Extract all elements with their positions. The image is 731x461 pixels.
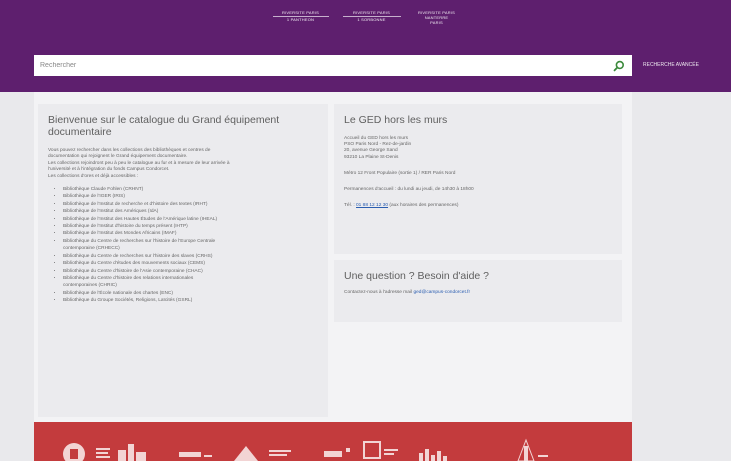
partner-logo-buildings[interactable] bbox=[118, 444, 146, 461]
partners-footer bbox=[34, 422, 632, 461]
hors-les-murs-title: Le GED hors les murs bbox=[344, 114, 448, 126]
list-item: Bibliothèque de l'Institut des Mondes Af… bbox=[63, 230, 318, 237]
metro-info: Métro 12 Front Populaire (sortie 1) / RE… bbox=[344, 170, 456, 176]
list-item: Bibliothèque du Groupe Sociétés, Religio… bbox=[63, 297, 318, 304]
partner-logo-3[interactable]: RIVERSITE PARIS NANTERRE PARIS bbox=[415, 10, 459, 25]
question-card: Une question ? Besoin d'aide ? Contactez… bbox=[334, 260, 622, 322]
welcome-title: Bienvenue sur le catalogue du Grand équi… bbox=[48, 114, 280, 138]
list-item: Bibliothèque du Centre de recherches sur… bbox=[63, 253, 318, 260]
list-item: Bibliothèque de l'École nationale des ch… bbox=[63, 290, 318, 297]
main-content: Bienvenue sur le catalogue du Grand équi… bbox=[34, 92, 632, 422]
welcome-card: Bienvenue sur le catalogue du Grand équi… bbox=[38, 104, 328, 417]
partner-logo-triangle[interactable] bbox=[234, 446, 258, 461]
search-bar bbox=[34, 55, 632, 76]
welcome-intro: Vous pouvez rechercher dans les collecti… bbox=[48, 148, 230, 179]
list-item: contemporaine (CRHECC) bbox=[63, 246, 120, 252]
list-item: Bibliothèque du Centre d'études des mouv… bbox=[63, 260, 318, 267]
partner-logo-tower[interactable] bbox=[517, 438, 548, 461]
search-icon[interactable] bbox=[612, 59, 626, 73]
phone-link[interactable]: 01 88 12 12 30 bbox=[356, 203, 388, 208]
phone-line: Tél. : 01 88 12 12 30 (aux horaires des … bbox=[344, 203, 459, 209]
partner-logo-2[interactable]: RIVERSITE PARIS 1 SORBONNE bbox=[342, 10, 401, 25]
hors-les-murs-card: Le GED hors les murs Accueil du GED hors… bbox=[334, 104, 622, 254]
partner-logo-1[interactable]: RIVERSITE PARIS 1 PANTHEON bbox=[272, 10, 329, 25]
library-list: Bibliothèque Claude Fohlen (CRHNT) Bibli… bbox=[48, 186, 318, 305]
list-item: Bibliothèque du Centre d'histoire de l'A… bbox=[63, 268, 318, 275]
partner-logos: RIVERSITE PARIS 1 PANTHEON RIVERSITE PAR… bbox=[0, 10, 731, 25]
partner-logo-square[interactable] bbox=[363, 441, 398, 459]
partner-logo-text-2[interactable] bbox=[179, 452, 212, 457]
site-header: RIVERSITE PARIS 1 PANTHEON RIVERSITE PAR… bbox=[0, 0, 731, 92]
partner-logo-skyline[interactable] bbox=[419, 449, 447, 461]
partner-logo-text-3[interactable] bbox=[269, 450, 291, 456]
list-item: contemporaines (CHRIC) bbox=[63, 283, 117, 289]
list-item: Bibliothèque du Centre d'histoire des re… bbox=[63, 275, 318, 282]
list-item: Bibliothèque de l'Institut de recherche … bbox=[63, 201, 318, 208]
partner-logo-text-1[interactable] bbox=[96, 448, 110, 458]
opening-hours: Permanences d'accueil : du lundi au jeud… bbox=[344, 187, 474, 193]
partner-logo-text-4[interactable] bbox=[324, 448, 350, 457]
partner-logos-strip bbox=[63, 438, 548, 461]
advanced-search-link[interactable]: RECHERCHE AVANCÉE bbox=[643, 62, 699, 68]
contact-email-link[interactable]: ged@campus-condorcet.fr bbox=[413, 290, 470, 295]
list-item: Bibliothèque de l'IGER (IRIS) bbox=[63, 193, 318, 200]
list-item: Bibliothèque Claude Fohlen (CRHNT) bbox=[63, 186, 318, 193]
question-text: Contactez-nous à l'adresse mail ged@camp… bbox=[344, 290, 471, 295]
address-block: Accueil du GED hors les murs PSO Paris N… bbox=[344, 136, 412, 160]
list-item: Bibliothèque de l'Institut des Amériques… bbox=[63, 208, 318, 215]
list-item: Bibliothèque de l'Institut des Hautes Ét… bbox=[63, 216, 318, 223]
list-item: Bibliothèque de l'Institut d'histoire du… bbox=[63, 223, 318, 230]
list-item: Bibliothèque du Centre de recherches sur… bbox=[63, 238, 318, 245]
question-title: Une question ? Besoin d'aide ? bbox=[344, 270, 490, 282]
search-input[interactable] bbox=[40, 62, 612, 69]
